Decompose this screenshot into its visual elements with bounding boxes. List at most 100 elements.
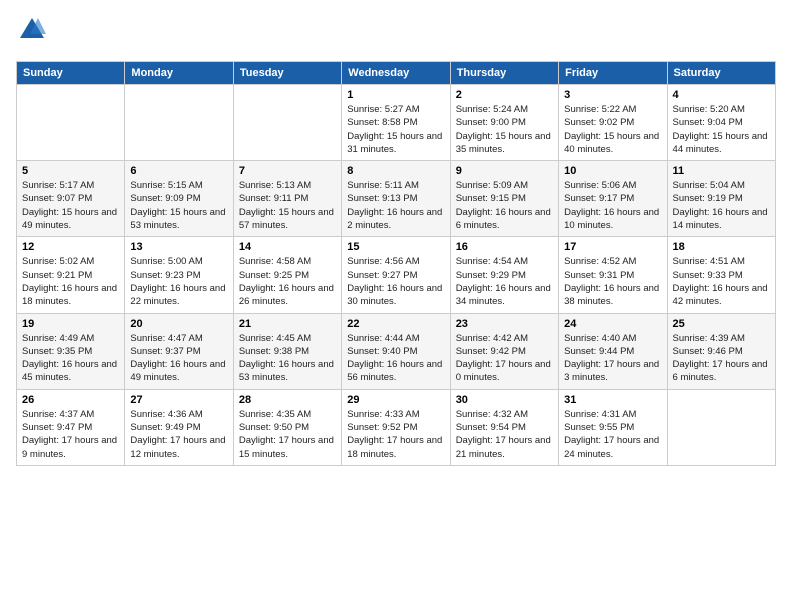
day-info: Sunrise: 4:36 AM Sunset: 9:49 PM Dayligh…	[130, 408, 227, 461]
day-number: 20	[130, 318, 227, 330]
day-info: Sunrise: 4:56 AM Sunset: 9:27 PM Dayligh…	[347, 255, 444, 308]
day-number: 30	[456, 394, 553, 406]
day-number: 12	[22, 241, 119, 253]
day-info: Sunrise: 5:11 AM Sunset: 9:13 PM Dayligh…	[347, 179, 444, 232]
calendar-cell: 30 Sunrise: 4:32 AM Sunset: 9:54 PM Dayli…	[450, 389, 558, 465]
day-info: Sunrise: 4:32 AM Sunset: 9:54 PM Dayligh…	[456, 408, 553, 461]
day-info: Sunrise: 5:20 AM Sunset: 9:04 PM Dayligh…	[673, 103, 770, 156]
calendar-cell: 31Sunrise: 4:31 AM Sunset: 9:55 PM Dayli…	[559, 389, 667, 465]
day-info: Sunrise: 5:22 AM Sunset: 9:02 PM Dayligh…	[564, 103, 661, 156]
day-info: Sunrise: 4:49 AM Sunset: 9:35 PM Dayligh…	[22, 332, 119, 385]
day-number: 9	[456, 165, 553, 177]
day-number: 19	[22, 318, 119, 330]
day-number: 15	[347, 241, 444, 253]
calendar-cell: 4 Sunrise: 5:20 AM Sunset: 9:04 PM Daylig…	[667, 85, 775, 161]
day-number: 5	[22, 165, 119, 177]
calendar-header-wednesday: Wednesday	[342, 62, 450, 85]
day-number: 1	[347, 89, 444, 101]
day-info: Sunrise: 4:45 AM Sunset: 9:38 PM Dayligh…	[239, 332, 336, 385]
day-number: 4	[673, 89, 770, 101]
day-info: Sunrise: 5:17 AM Sunset: 9:07 PM Dayligh…	[22, 179, 119, 232]
calendar-header-tuesday: Tuesday	[233, 62, 341, 85]
calendar-header-monday: Monday	[125, 62, 233, 85]
logo-icon	[18, 16, 46, 44]
day-info: Sunrise: 5:04 AM Sunset: 9:19 PM Dayligh…	[673, 179, 770, 232]
day-number: 26	[22, 394, 119, 406]
calendar-cell: 25 Sunrise: 4:39 AM Sunset: 9:46 PM Dayli…	[667, 313, 775, 389]
day-info: Sunrise: 4:44 AM Sunset: 9:40 PM Dayligh…	[347, 332, 444, 385]
calendar-cell	[233, 85, 341, 161]
calendar-header-row: SundayMondayTuesdayWednesdayThursdayFrid…	[17, 62, 776, 85]
day-info: Sunrise: 4:51 AM Sunset: 9:33 PM Dayligh…	[673, 255, 770, 308]
calendar-cell	[667, 389, 775, 465]
day-info: Sunrise: 4:40 AM Sunset: 9:44 PM Dayligh…	[564, 332, 661, 385]
page-header	[16, 16, 776, 49]
calendar-header-saturday: Saturday	[667, 62, 775, 85]
calendar-cell: 3 Sunrise: 5:22 AM Sunset: 9:02 PM Daylig…	[559, 85, 667, 161]
logo	[16, 16, 46, 49]
calendar-week-row: 12 Sunrise: 5:02 AM Sunset: 9:21 PM Dayli…	[17, 237, 776, 313]
day-number: 28	[239, 394, 336, 406]
calendar-week-row: 19 Sunrise: 4:49 AM Sunset: 9:35 PM Dayli…	[17, 313, 776, 389]
calendar-cell: 26 Sunrise: 4:37 AM Sunset: 9:47 PM Dayli…	[17, 389, 125, 465]
day-number: 11	[673, 165, 770, 177]
day-number: 25	[673, 318, 770, 330]
day-number: 14	[239, 241, 336, 253]
day-number: 7	[239, 165, 336, 177]
day-info: Sunrise: 4:42 AM Sunset: 9:42 PM Dayligh…	[456, 332, 553, 385]
calendar-cell: 11 Sunrise: 5:04 AM Sunset: 9:19 PM Dayli…	[667, 161, 775, 237]
calendar-cell: 17 Sunrise: 4:52 AM Sunset: 9:31 PM Dayli…	[559, 237, 667, 313]
day-info: Sunrise: 5:15 AM Sunset: 9:09 PM Dayligh…	[130, 179, 227, 232]
calendar-cell: 13Sunrise: 5:00 AM Sunset: 9:23 PM Dayli…	[125, 237, 233, 313]
day-number: 2	[456, 89, 553, 101]
calendar-cell: 15 Sunrise: 4:56 AM Sunset: 9:27 PM Dayli…	[342, 237, 450, 313]
calendar-header-thursday: Thursday	[450, 62, 558, 85]
day-info: Sunrise: 5:00 AM Sunset: 9:23 PM Dayligh…	[130, 255, 227, 308]
day-number: 22	[347, 318, 444, 330]
calendar-header-friday: Friday	[559, 62, 667, 85]
calendar-cell: 7Sunrise: 5:13 AM Sunset: 9:11 PM Daylig…	[233, 161, 341, 237]
calendar-cell: 18 Sunrise: 4:51 AM Sunset: 9:33 PM Dayli…	[667, 237, 775, 313]
calendar-cell: 24 Sunrise: 4:40 AM Sunset: 9:44 PM Dayli…	[559, 313, 667, 389]
day-info: Sunrise: 4:47 AM Sunset: 9:37 PM Dayligh…	[130, 332, 227, 385]
calendar-week-row: 5 Sunrise: 5:17 AM Sunset: 9:07 PM Daylig…	[17, 161, 776, 237]
day-info: Sunrise: 4:31 AM Sunset: 9:55 PM Dayligh…	[564, 408, 661, 461]
day-info: Sunrise: 5:02 AM Sunset: 9:21 PM Dayligh…	[22, 255, 119, 308]
calendar-cell: 22 Sunrise: 4:44 AM Sunset: 9:40 PM Dayli…	[342, 313, 450, 389]
calendar-cell: 28 Sunrise: 4:35 AM Sunset: 9:50 PM Dayli…	[233, 389, 341, 465]
calendar-cell: 29Sunrise: 4:33 AM Sunset: 9:52 PM Dayli…	[342, 389, 450, 465]
calendar-cell: 6Sunrise: 5:15 AM Sunset: 9:09 PM Daylig…	[125, 161, 233, 237]
calendar-table: SundayMondayTuesdayWednesdayThursdayFrid…	[16, 61, 776, 466]
calendar-cell: 19 Sunrise: 4:49 AM Sunset: 9:35 PM Dayli…	[17, 313, 125, 389]
calendar-cell: 23 Sunrise: 4:42 AM Sunset: 9:42 PM Dayli…	[450, 313, 558, 389]
day-info: Sunrise: 5:27 AM Sunset: 8:58 PM Dayligh…	[347, 103, 444, 156]
day-info: Sunrise: 4:33 AM Sunset: 9:52 PM Dayligh…	[347, 408, 444, 461]
calendar-cell: 16Sunrise: 4:54 AM Sunset: 9:29 PM Dayli…	[450, 237, 558, 313]
day-number: 23	[456, 318, 553, 330]
day-number: 18	[673, 241, 770, 253]
day-number: 3	[564, 89, 661, 101]
calendar-header-sunday: Sunday	[17, 62, 125, 85]
calendar-cell: 14Sunrise: 4:58 AM Sunset: 9:25 PM Dayli…	[233, 237, 341, 313]
day-info: Sunrise: 5:24 AM Sunset: 9:00 PM Dayligh…	[456, 103, 553, 156]
day-number: 8	[347, 165, 444, 177]
calendar-cell: 10Sunrise: 5:06 AM Sunset: 9:17 PM Dayli…	[559, 161, 667, 237]
day-info: Sunrise: 4:52 AM Sunset: 9:31 PM Dayligh…	[564, 255, 661, 308]
calendar-cell: 1 Sunrise: 5:27 AM Sunset: 8:58 PM Daylig…	[342, 85, 450, 161]
calendar-week-row: 1 Sunrise: 5:27 AM Sunset: 8:58 PM Daylig…	[17, 85, 776, 161]
day-number: 10	[564, 165, 661, 177]
day-info: Sunrise: 4:39 AM Sunset: 9:46 PM Dayligh…	[673, 332, 770, 385]
calendar-cell: 8 Sunrise: 5:11 AM Sunset: 9:13 PM Daylig…	[342, 161, 450, 237]
day-number: 21	[239, 318, 336, 330]
day-number: 17	[564, 241, 661, 253]
calendar-cell: 9Sunrise: 5:09 AM Sunset: 9:15 PM Daylig…	[450, 161, 558, 237]
calendar-cell: 27Sunrise: 4:36 AM Sunset: 9:49 PM Dayli…	[125, 389, 233, 465]
calendar-week-row: 26 Sunrise: 4:37 AM Sunset: 9:47 PM Dayli…	[17, 389, 776, 465]
calendar-cell: 20 Sunrise: 4:47 AM Sunset: 9:37 PM Dayli…	[125, 313, 233, 389]
calendar-cell	[125, 85, 233, 161]
day-info: Sunrise: 4:54 AM Sunset: 9:29 PM Dayligh…	[456, 255, 553, 308]
day-info: Sunrise: 4:35 AM Sunset: 9:50 PM Dayligh…	[239, 408, 336, 461]
calendar-cell	[17, 85, 125, 161]
day-info: Sunrise: 4:37 AM Sunset: 9:47 PM Dayligh…	[22, 408, 119, 461]
day-number: 24	[564, 318, 661, 330]
